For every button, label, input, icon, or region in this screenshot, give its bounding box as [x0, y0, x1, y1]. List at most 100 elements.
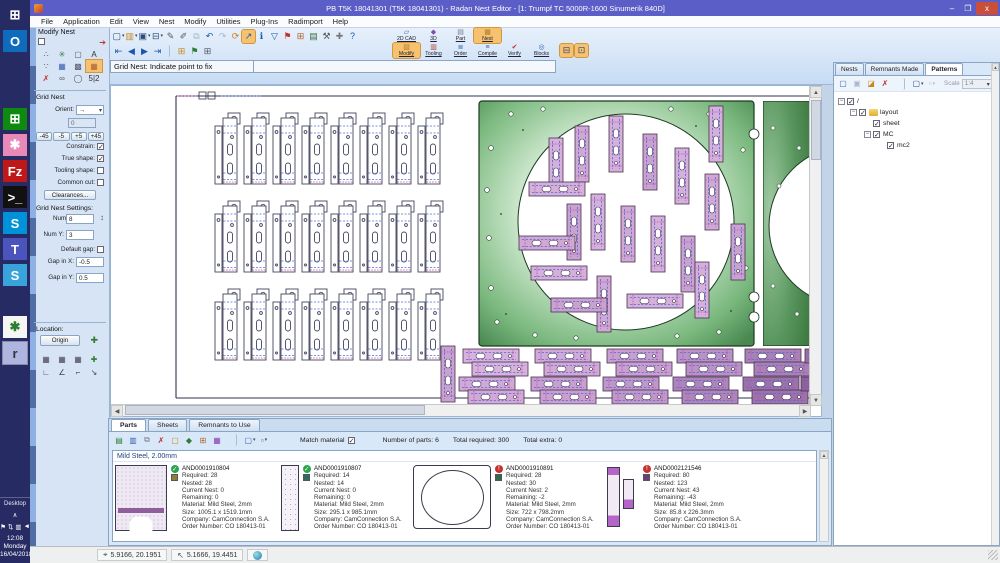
next-icon[interactable]: ▶: [138, 45, 151, 58]
layers-icon[interactable]: ▤: [307, 30, 320, 43]
horizontal-scrollbar[interactable]: ◀ ▶: [111, 404, 811, 416]
system-clock[interactable]: 12:08 Monday 16/04/2018: [0, 535, 30, 563]
module-button[interactable]: ▦ Nest: [474, 28, 501, 43]
orient-select[interactable]: →: [76, 105, 104, 115]
exit-icon[interactable]: ➔: [99, 38, 106, 47]
part-card[interactable]: AND0001910804 Required: 28 Nested: 28 Cu…: [115, 465, 275, 531]
open-folder-icon[interactable]: ◪: [865, 78, 877, 90]
cube-icon[interactable]: ◆: [183, 434, 195, 446]
flag-icon[interactable]: ⚑: [281, 30, 294, 43]
info-icon[interactable]: ℹ: [255, 30, 268, 43]
menu-item[interactable]: Application: [58, 17, 105, 26]
menu-item[interactable]: File: [36, 17, 58, 26]
filter-dropdown[interactable]: ▫: [926, 78, 938, 90]
tree-checkbox[interactable]: [847, 98, 854, 105]
split-horizontal-toggle[interactable]: ⊟: [560, 44, 573, 57]
pattern-icon[interactable]: ▩: [70, 60, 86, 72]
tree-item-mc[interactable]: − MC: [864, 129, 999, 140]
module-button[interactable]: ≣ Order: [447, 43, 474, 58]
menu-item[interactable]: Plug-Ins: [246, 17, 284, 26]
grid-corner-icon[interactable]: ▦: [70, 353, 86, 366]
copy-icon[interactable]: ⧉: [190, 30, 203, 43]
table-icon[interactable]: ⊞: [197, 434, 209, 446]
scroll-up-icon[interactable]: ▲: [820, 451, 828, 459]
panel-tab[interactable]: Remnants Made: [865, 63, 925, 75]
panel-tab[interactable]: Nests: [835, 63, 864, 75]
redo-icon[interactable]: ↷: [216, 30, 229, 43]
command-prompt-bar[interactable]: Grid Nest: Indicate point to fix: [110, 60, 556, 73]
refresh-icon[interactable]: ⟳: [229, 30, 242, 43]
add-part-icon[interactable]: ▤: [113, 434, 125, 446]
outlook[interactable]: O: [3, 30, 27, 52]
edit-icon[interactable]: ✐: [177, 30, 190, 43]
last-icon[interactable]: ⇥: [151, 45, 164, 58]
text-icon[interactable]: A: [86, 48, 102, 60]
module-button[interactable]: ◎ Blocks: [528, 43, 555, 58]
option-checkbox[interactable]: [97, 167, 104, 174]
first-icon[interactable]: ⇤: [112, 45, 125, 58]
scroll-left-icon[interactable]: ◀: [111, 405, 123, 417]
start[interactable]: ⊞: [3, 4, 27, 26]
import-part-icon[interactable]: ▥: [127, 434, 139, 446]
pick-arrow-icon[interactable]: ↗: [242, 30, 255, 43]
rotate-icon[interactable]: ◯: [70, 72, 86, 84]
angle-icon[interactable]: ∠: [54, 366, 70, 379]
gap-x-field[interactable]: -0.5: [76, 257, 104, 267]
scale-select[interactable]: 1:4: [962, 79, 992, 89]
angle-step-button[interactable]: +5: [71, 132, 87, 141]
dimension-icon[interactable]: ⊞: [294, 30, 307, 43]
skype[interactable]: S: [3, 212, 27, 234]
sheet-icon[interactable]: ▢: [70, 48, 86, 60]
angle-step-button[interactable]: -5: [53, 132, 69, 141]
module-button[interactable]: ≡ Compile: [474, 43, 501, 58]
skype-business[interactable]: S: [3, 264, 27, 286]
tree-item-sheet[interactable]: sheet: [864, 118, 999, 129]
pan-icon[interactable]: ✚: [333, 30, 346, 43]
view-dropdown[interactable]: ▢: [912, 78, 924, 90]
new-pattern-icon[interactable]: ▢: [837, 78, 849, 90]
save-pattern-icon[interactable]: ▣: [851, 78, 863, 90]
desktop-label[interactable]: Desktop: [0, 497, 30, 507]
terminal[interactable]: >_: [3, 186, 27, 208]
volume-icon[interactable]: ◄: [24, 523, 30, 531]
tree-checkbox[interactable]: [859, 109, 866, 116]
module-button[interactable]: ▧ Modify: [393, 43, 420, 58]
tree-checkbox[interactable]: [887, 142, 894, 149]
pc-icon[interactable]: ▥: [15, 523, 21, 531]
open-icon[interactable]: ▥: [125, 30, 138, 43]
store[interactable]: ⊞: [3, 108, 27, 130]
cluster-icon[interactable]: ∵: [38, 60, 54, 72]
num-y-field[interactable]: 3: [66, 230, 94, 240]
save-icon[interactable]: ▣: [138, 30, 151, 43]
file-explorer[interactable]: [3, 82, 27, 104]
grid-fill-icon[interactable]: ⊞: [201, 45, 214, 58]
resize-grip[interactable]: [988, 550, 998, 560]
view-mode-dropdown[interactable]: ▢: [244, 434, 256, 446]
move-cross-icon[interactable]: ✚: [86, 353, 102, 366]
tools-icon[interactable]: ⚒: [320, 30, 333, 43]
filter-icon[interactable]: ▽: [268, 30, 281, 43]
undo-icon[interactable]: ↶: [203, 30, 216, 43]
maximize-button[interactable]: ❐: [960, 4, 976, 13]
paste-icon[interactable]: ⧉: [141, 434, 153, 446]
new-icon[interactable]: ▢: [112, 30, 125, 43]
report-icon[interactable]: ▦: [211, 434, 223, 446]
module-button[interactable]: ◆ 3D: [420, 28, 447, 43]
close-button[interactable]: x: [976, 2, 998, 15]
scroll-up-icon[interactable]: ▲: [992, 63, 999, 71]
scrollbar-thumb[interactable]: [811, 100, 821, 160]
nest-flower-icon[interactable]: ✳: [54, 48, 70, 60]
part-card[interactable]: AND0001910807 Required: 14 Nested: 14 Cu…: [281, 465, 407, 531]
flag-icon[interactable]: ⚑: [0, 523, 6, 531]
match-material-checkbox[interactable]: [348, 437, 355, 444]
grid-edit-icon[interactable]: ⊞: [175, 45, 188, 58]
module-button[interactable]: ✔ Verify: [501, 43, 528, 58]
option-checkbox[interactable]: [97, 143, 104, 150]
grid-nest-icon[interactable]: ▦: [86, 60, 102, 72]
folder[interactable]: [3, 290, 27, 312]
print-icon[interactable]: ⊟: [151, 30, 164, 43]
tree-checkbox[interactable]: [873, 131, 880, 138]
origin-move-icon[interactable]: ✚: [90, 335, 98, 346]
menu-item[interactable]: Radimport: [283, 17, 328, 26]
gap-y-field[interactable]: 0.5: [76, 273, 104, 283]
